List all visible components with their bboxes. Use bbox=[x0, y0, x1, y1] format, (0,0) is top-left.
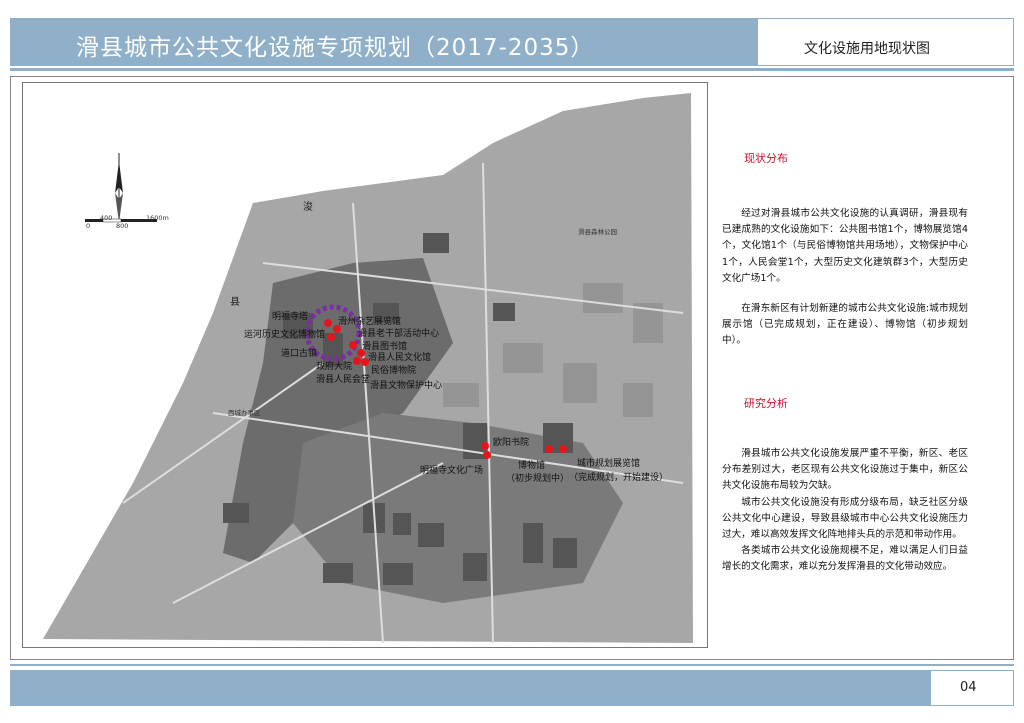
distribution-text: 经过对滑县城市公共文化设施的认真调研，滑县现有已建成熟的文化设施如下：公共图书馆… bbox=[722, 206, 968, 350]
page-number: 04 bbox=[960, 680, 977, 695]
facility-label: 政府大院 bbox=[316, 362, 353, 372]
footer-band bbox=[10, 670, 930, 706]
facility-marker bbox=[324, 319, 332, 327]
paragraph: 城市公共文化设施没有形成分级布局，缺乏社区分级公共文化中心建设，导致县级城市中心… bbox=[722, 496, 968, 541]
facility-label: 明福寺塔 bbox=[272, 312, 309, 322]
paragraph: 经过对滑县城市公共文化设施的认真调研，滑县现有已建成熟的文化设施如下：公共图书馆… bbox=[722, 208, 968, 284]
facility-marker bbox=[349, 341, 357, 349]
footer-rule bbox=[10, 664, 1014, 666]
scale-label-0: 0 bbox=[86, 222, 91, 230]
paragraph: 滑县城市公共文化设施发展严重不平衡，新区、老区分布差别过大，老区现有公共文化设施… bbox=[722, 448, 968, 492]
analysis-text: 滑县城市公共文化设施发展严重不平衡，新区、老区分布差别过大，老区现有公共文化设施… bbox=[722, 446, 968, 576]
facility-label: 博物馆 bbox=[518, 461, 546, 471]
facility-label: 明福寺文化广场 bbox=[420, 466, 484, 476]
scale-label-1600m: 1600m bbox=[146, 214, 169, 222]
facility-label: 滑县人民文化馆 bbox=[368, 353, 432, 363]
facility-marker bbox=[327, 333, 335, 341]
region-label-west: 西城办事区 bbox=[228, 409, 261, 417]
paragraph: 在滑东新区有计划新建的城市公共文化设施:城市规划展示馆（已完成规划，正在建设）、… bbox=[722, 303, 968, 347]
facility-label: 城市规划展览馆 bbox=[577, 459, 641, 469]
region-label-river1: 浚 bbox=[303, 202, 313, 213]
facility-label: 滑县人民会堂 bbox=[316, 375, 371, 385]
paragraph: 各类城市公共文化设施规模不足，难以满足人们日益增长的文化需求，难以充分发挥滑县的… bbox=[722, 545, 968, 573]
facility-marker bbox=[559, 445, 567, 453]
north-arrow-icon bbox=[115, 153, 123, 223]
facility-label: 民俗博物院 bbox=[371, 366, 417, 376]
facility-marker bbox=[353, 357, 361, 365]
map-subtitle: 文化设施用地现状图 bbox=[804, 41, 930, 57]
facility-label: （完成规划，开始建设） bbox=[569, 473, 669, 483]
facility-marker bbox=[545, 445, 553, 453]
facility-label: 运河历史文化博物馆 bbox=[244, 330, 326, 340]
region-label-river2: 县 bbox=[230, 297, 240, 308]
page-title: 滑县城市公共文化设施专项规划（2017-2035） bbox=[76, 35, 595, 61]
facility-label: 滑县老干部活动中心 bbox=[358, 329, 440, 339]
region-label-forest: 滑县森林公园 bbox=[578, 228, 617, 236]
map-panel[interactable] bbox=[22, 82, 708, 648]
facility-label: （初步规划中） bbox=[506, 474, 570, 484]
map-canvas[interactable] bbox=[23, 83, 708, 648]
section-title-distribution: 现状分布 bbox=[744, 152, 788, 165]
facility-label: 欧阳书院 bbox=[493, 438, 530, 448]
facility-label: 滑县文物保护中心 bbox=[370, 381, 443, 391]
section-title-analysis: 研究分析 bbox=[744, 397, 788, 410]
facility-marker bbox=[483, 451, 491, 459]
facility-label: 道口古镇 bbox=[281, 349, 318, 359]
facility-marker bbox=[481, 442, 489, 450]
header-rule bbox=[10, 68, 1014, 71]
scale-label-800: 800 bbox=[116, 222, 129, 230]
scale-label-400: 400 bbox=[100, 214, 113, 222]
